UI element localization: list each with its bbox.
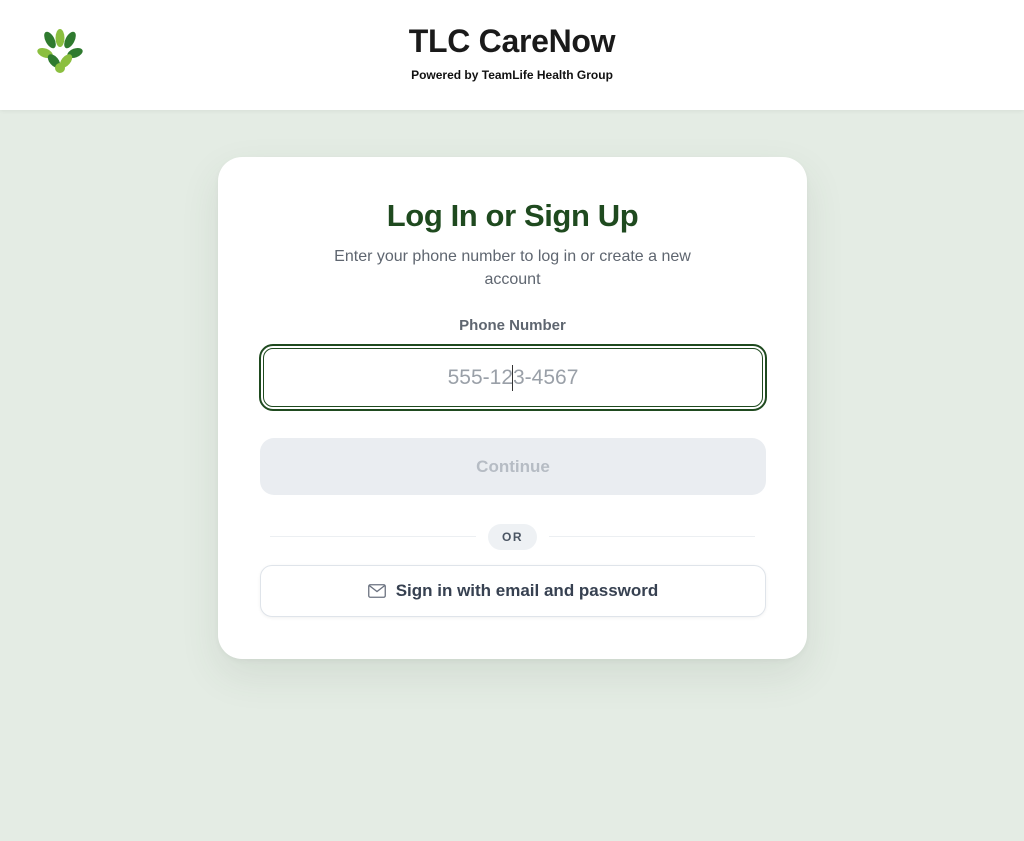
phone-number-input[interactable] xyxy=(259,344,767,411)
app-title: TLC CareNow xyxy=(408,23,616,59)
login-card: Log In or Sign Up Enter your phone numbe… xyxy=(218,157,807,659)
login-subtitle: Enter your phone number to log in or cre… xyxy=(334,248,691,288)
divider-left xyxy=(270,536,476,537)
continue-button[interactable]: Continue xyxy=(260,438,766,495)
email-sign-in-label: Sign in with email and password xyxy=(395,581,659,600)
brand-block: TLC CareNow Powered by TeamLife Health G… xyxy=(0,22,1024,82)
app-subtitle: Powered by TeamLife Health Group xyxy=(411,68,613,82)
mail-icon xyxy=(367,584,386,598)
app-header: TLC CareNow Powered by TeamLife Health G… xyxy=(0,0,1024,110)
divider-right xyxy=(549,536,755,537)
or-separator: OR xyxy=(488,524,537,550)
phone-number-label: Phone Number xyxy=(459,317,566,334)
email-sign-in-button[interactable]: Sign in with email and password xyxy=(260,565,766,617)
text-caret xyxy=(512,365,513,391)
login-title: Log In or Sign Up xyxy=(386,198,639,233)
